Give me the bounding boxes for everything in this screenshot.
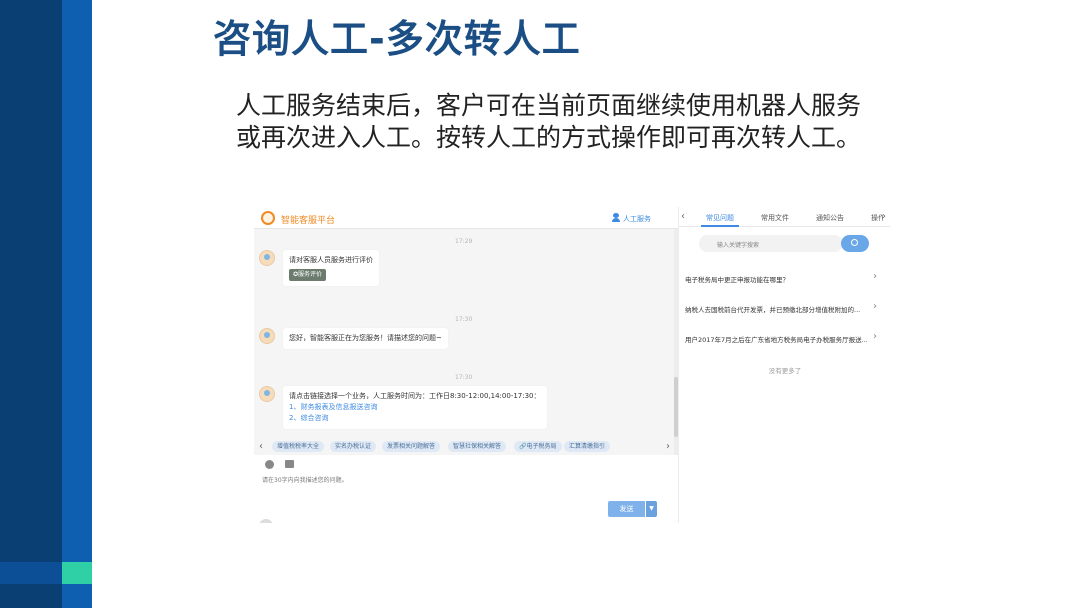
quick-topic-bar: ‹ 增值税税率大全 实名办税认证 发票相关问题解答 智慧社保相关解答 🔗电子税务… (254, 439, 678, 455)
message-bubble: 您好，智能客服正在为您服务！请描述您的问题~ (283, 328, 448, 349)
decor-bar-dark (0, 0, 62, 608)
message-timestamp: 17:29 (455, 238, 473, 245)
faq-item[interactable]: 电子税务局中更正申报功能在哪里？ › (685, 271, 885, 285)
chevron-left-icon[interactable]: ‹ (259, 441, 263, 452)
decor-bar-green (62, 562, 92, 584)
quick-chip[interactable]: 智慧社保相关解答 (448, 441, 507, 452)
platform-logo-icon (261, 211, 275, 225)
chat-window: 智能客服平台 人工服务 17:29 请对客服人员服务进行评价 ✪服务评价 17:… (254, 207, 678, 523)
message-text: 请点击链接选择一个业务，人工服务时间为：工作日8:30-12:00,14:00-… (289, 392, 541, 400)
message-timestamp: 17:30 (455, 374, 473, 381)
chevron-right-icon[interactable]: › (666, 441, 670, 452)
message-input-hint: 请在30字内向我描述您的问题。 (262, 477, 348, 484)
message-timestamp: 17:30 (455, 316, 473, 323)
human-service-icon[interactable] (612, 213, 620, 223)
business-link-financial[interactable]: 1、财务报表及信息报送咨询 (289, 402, 541, 413)
search-button[interactable] (841, 235, 869, 252)
message-text: 请对客服人员服务进行评价 (289, 256, 373, 264)
quick-chip[interactable]: 增值税税率大全 (272, 441, 325, 452)
slide-body-line-2: 或再次进入人工。按转人工的方式操作即可再次转人工。 (236, 123, 862, 152)
message-text: 您好，智能客服正在为您服务！请描述您的问题~ (289, 334, 442, 342)
print-icon[interactable] (285, 460, 294, 468)
decor-bar-block (0, 562, 62, 584)
faq-item[interactable]: 用户2017年7月之后在广东省地方税务局电子办税服务厅报送... › (685, 331, 885, 345)
quick-chip[interactable]: 实名办税认证 (330, 441, 377, 452)
quick-chip[interactable]: 发票相关问题解答 (382, 441, 441, 452)
quick-chip[interactable]: 汇算清缴指引 (564, 441, 611, 452)
slide-body: 人工服务结束后，客户可在当前页面继续使用机器人服务 或再次进入人工。按转人工的方… (236, 90, 861, 154)
quick-chip-link[interactable]: 🔗电子税务局 (514, 441, 562, 452)
robot-avatar (259, 328, 275, 344)
slide-body-line-1: 人工服务结束后，客户可在当前页面继续使用机器人服务 (236, 91, 862, 120)
business-link-general[interactable]: 2、综合咨询 (289, 413, 541, 424)
agent-avatar (259, 250, 275, 266)
chevron-right-icon: › (873, 331, 877, 342)
chat-header: 智能客服平台 人工服务 (254, 207, 678, 229)
message-bubble: 请对客服人员服务进行评价 ✪服务评价 (283, 250, 379, 286)
search-icon (851, 239, 858, 246)
decor-bar-mid (62, 0, 92, 608)
slide-title: 咨询人工-多次转人工 (213, 17, 581, 61)
message-input-area[interactable]: 请在30字内向我描述您的问题。 发送 ▼ (254, 455, 678, 523)
emoji-icon[interactable] (265, 460, 274, 469)
tab-common-files[interactable]: 常用文件 (761, 213, 789, 223)
panel-tabs: ‹ 常见问题 常用文件 通知公告 操作 › (679, 207, 890, 227)
tab-faq[interactable]: 常见问题 (706, 213, 734, 223)
send-options-dropdown[interactable]: ▼ (646, 501, 657, 517)
tab-scroll-left-icon[interactable]: ‹ (681, 211, 685, 222)
faq-search-placeholder: 输入关键字搜索 (717, 242, 760, 249)
faq-question: 电子税务局中更正申报功能在哪里？ (685, 276, 789, 284)
chevron-right-icon: › (873, 301, 877, 312)
faq-item[interactable]: 纳税人去国税前台代开发票，并已预缴北部分增值税附加的... › (685, 301, 885, 315)
service-evaluation-button[interactable]: ✪服务评价 (289, 269, 327, 281)
service-evaluation-label: 服务评价 (298, 271, 323, 278)
no-more-label: 没有更多了 (768, 367, 802, 375)
platform-title: 智能客服平台 (281, 216, 336, 226)
active-tab-indicator (701, 225, 739, 227)
tab-scroll-right-icon[interactable]: › (882, 211, 886, 222)
chat-screenshot: 智能客服平台 人工服务 17:29 请对客服人员服务进行评价 ✪服务评价 17:… (254, 207, 890, 523)
tab-announcements[interactable]: 通知公告 (816, 213, 844, 223)
message-bubble: 请点击链接选择一个业务，人工服务时间为：工作日8:30-12:00,14:00-… (283, 386, 547, 429)
chevron-right-icon: › (873, 271, 877, 282)
faq-panel: ‹ 常见问题 常用文件 通知公告 操作 › 输入关键字搜索 电子税务局中更正申报… (678, 207, 890, 523)
faq-question: 用户2017年7月之后在广东省地方税务局电子办税服务厅报送... (685, 336, 867, 344)
quick-chip-label: 电子税务局 (526, 443, 557, 450)
human-service-button[interactable]: 人工服务 (623, 214, 651, 224)
faq-question: 纳税人去国税前台代开发票，并已预缴北部分增值税附加的... (685, 306, 861, 314)
robot-avatar (259, 386, 275, 402)
send-button[interactable]: 发送 (608, 501, 645, 517)
